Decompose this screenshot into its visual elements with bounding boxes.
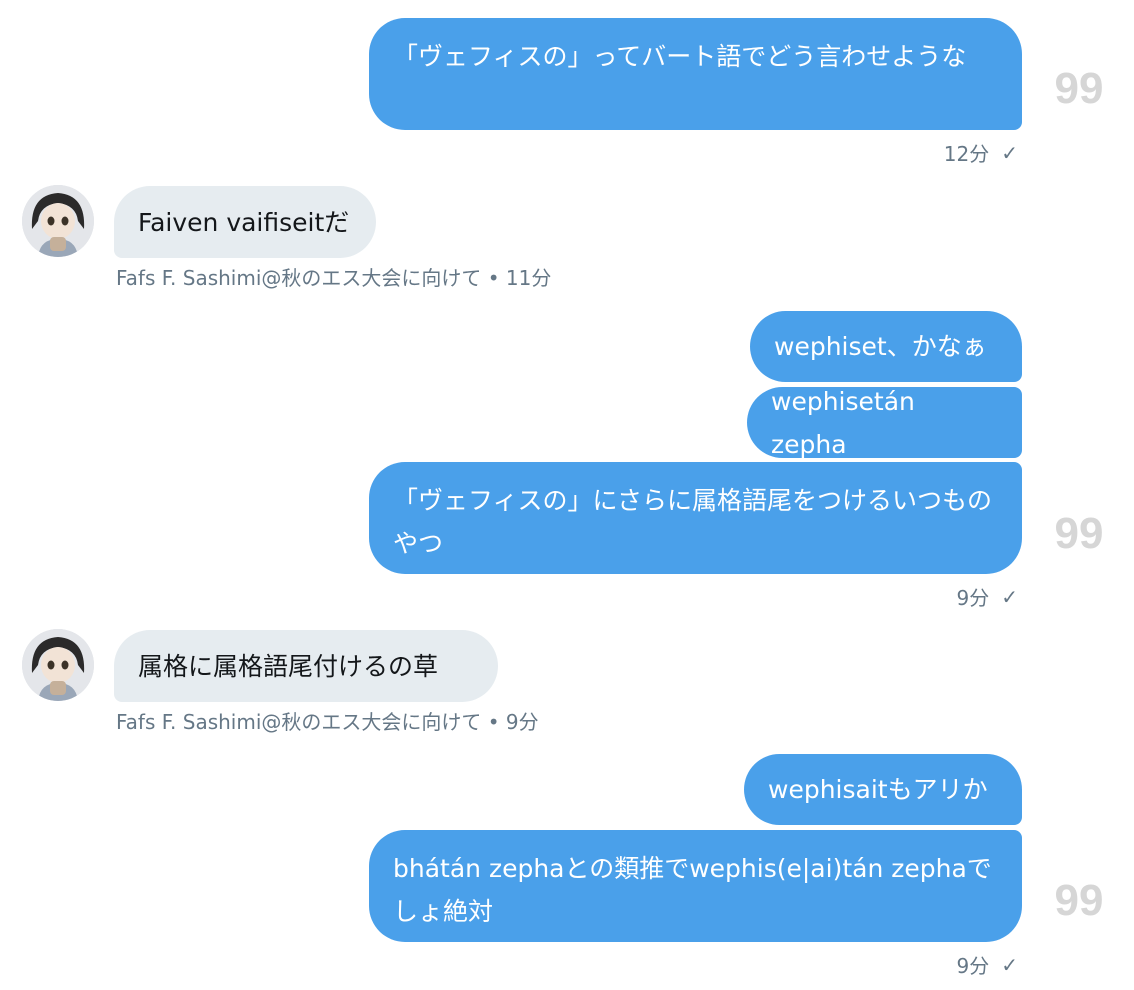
incoming-message[interactable]: 属格に属格語尾付けるの草: [114, 630, 498, 702]
message-time: 9分: [956, 954, 990, 978]
read-receipt-label: 99: [1055, 65, 1104, 113]
message-time: 12分: [943, 142, 990, 166]
message-meta: Fafs F. Sashimi@秋のエス大会に向けて • 9分: [116, 706, 539, 735]
avatar[interactable]: [22, 629, 94, 701]
message-text: bhátán zephaとの類推でwephis(e|ai)tán zephaでし…: [393, 854, 992, 926]
meta-separator: •: [487, 710, 500, 734]
message-time: 9分: [956, 586, 990, 610]
outgoing-message[interactable]: 「ヴェフィスの」にさらに属格語尾をつけるいつものやつ: [369, 462, 1022, 574]
message-text: wephiset、かなぁ: [774, 332, 987, 361]
read-receipt-icon: 99: [1043, 876, 1115, 927]
message-text: 「ヴェフィスの」ってバート語でどう言わせような: [393, 42, 967, 71]
message-time: 9分: [505, 710, 539, 734]
outgoing-message[interactable]: bhátán zephaとの類推でwephis(e|ai)tán zephaでし…: [369, 830, 1022, 942]
read-receipt-icon: 99: [1043, 64, 1115, 115]
avatar[interactable]: [22, 185, 94, 257]
read-receipt-label: 99: [1055, 877, 1104, 925]
outgoing-message[interactable]: wephisaitもアリか: [744, 754, 1022, 825]
message-text: wephisetán zepha: [771, 386, 915, 459]
read-receipt-label: 99: [1055, 510, 1104, 558]
incoming-message[interactable]: Faiven vaifiseitだ: [114, 186, 376, 258]
check-icon: ✓: [1001, 140, 1018, 165]
message-text: Faiven vaifiseitだ: [138, 207, 350, 237]
message-text: wephisaitもアリか: [768, 775, 988, 804]
message-meta: Fafs F. Sashimi@秋のエス大会に向けて • 11分: [116, 262, 551, 291]
message-text: 属格に属格語尾付けるの草: [138, 651, 439, 681]
outgoing-message[interactable]: 「ヴェフィスの」ってバート語でどう言わせような: [369, 18, 1022, 130]
message-meta: 9分 ✓: [957, 582, 1019, 611]
author-name[interactable]: Fafs F. Sashimi@秋のエス大会に向けて: [116, 266, 481, 290]
check-icon: ✓: [1001, 952, 1018, 977]
read-receipt-icon: 99: [1043, 509, 1115, 560]
meta-separator: •: [487, 266, 500, 290]
message-meta: 9分 ✓: [957, 950, 1019, 979]
check-icon: ✓: [1001, 584, 1018, 609]
message-time: 11分: [505, 266, 552, 290]
message-meta: 12分 ✓: [944, 138, 1018, 167]
author-name[interactable]: Fafs F. Sashimi@秋のエス大会に向けて: [116, 710, 481, 734]
outgoing-message[interactable]: wephisetán zepha: [747, 387, 1022, 459]
outgoing-message[interactable]: wephiset、かなぁ: [750, 311, 1022, 382]
message-text: 「ヴェフィスの」にさらに属格語尾をつけるいつものやつ: [393, 486, 993, 558]
